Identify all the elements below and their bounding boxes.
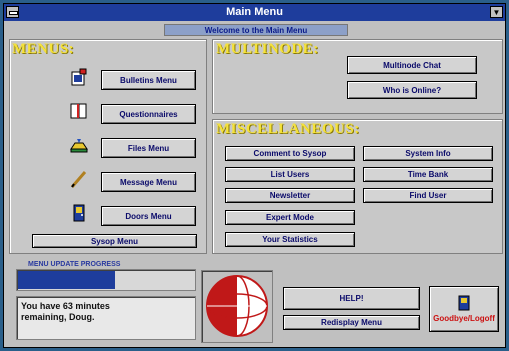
multinode-chat-button[interactable]: Multinode Chat bbox=[347, 56, 477, 74]
bulletins-menu-button[interactable]: Bulletins Menu bbox=[101, 70, 196, 90]
bulletins-icon bbox=[68, 66, 90, 88]
status-line-2: remaining, Doug. bbox=[21, 312, 95, 322]
system-menu-icon[interactable] bbox=[6, 6, 19, 18]
who-is-online-button[interactable]: Who is Online? bbox=[347, 81, 477, 99]
redisplay-menu-button[interactable]: Redisplay Menu bbox=[283, 315, 420, 330]
welcome-banner: Welcome to the Main Menu bbox=[164, 24, 348, 36]
multinode-heading: MULTINODE: bbox=[216, 41, 319, 57]
message-menu-button[interactable]: Message Menu bbox=[101, 172, 196, 192]
logo-frame bbox=[201, 270, 273, 343]
files-menu-button[interactable]: Files Menu bbox=[101, 138, 196, 158]
expert-mode-button[interactable]: Expert Mode bbox=[225, 210, 355, 225]
sysop-menu-button[interactable]: Sysop Menu bbox=[32, 234, 197, 248]
questionnaires-icon bbox=[68, 100, 90, 122]
message-icon bbox=[68, 168, 90, 190]
title-bar[interactable]: Main Menu ▼ bbox=[4, 4, 505, 21]
progress-fill bbox=[18, 271, 115, 289]
exit-door-icon bbox=[458, 295, 470, 311]
system-info-button[interactable]: System Info bbox=[363, 146, 493, 161]
miscellaneous-heading: MISCELLANEOUS: bbox=[216, 121, 360, 137]
menus-heading: MENUS: bbox=[12, 41, 75, 57]
comment-to-sysop-button[interactable]: Comment to Sysop bbox=[225, 146, 355, 161]
files-icon bbox=[68, 134, 90, 156]
minimize-icon[interactable]: ▼ bbox=[490, 6, 503, 18]
goodbye-logoff-button[interactable]: Goodbye/Logoff bbox=[429, 286, 499, 332]
window-title: Main Menu bbox=[226, 6, 283, 18]
bbs-logo-icon bbox=[206, 275, 268, 337]
status-line-1: You have 63 minutes bbox=[21, 301, 110, 311]
time-bank-button[interactable]: Time Bank bbox=[363, 167, 493, 182]
progress-label: MENU UPDATE PROGRESS bbox=[28, 261, 121, 268]
questionnaires-button[interactable]: Questionnaires bbox=[101, 104, 196, 124]
help-button[interactable]: HELP! bbox=[283, 287, 420, 310]
newsletter-button[interactable]: Newsletter bbox=[225, 188, 355, 203]
list-users-button[interactable]: List Users bbox=[225, 167, 355, 182]
find-user-button[interactable]: Find User bbox=[363, 188, 493, 203]
doors-icon bbox=[68, 202, 90, 224]
goodbye-label: Goodbye/Logoff bbox=[433, 314, 495, 323]
doors-menu-button[interactable]: Doors Menu bbox=[101, 206, 196, 226]
progress-bar bbox=[16, 269, 196, 291]
your-statistics-button[interactable]: Your Statistics bbox=[225, 232, 355, 247]
status-message-box: You have 63 minutes remaining, Doug. bbox=[16, 296, 196, 340]
main-menu-window: Main Menu ▼ Welcome to the Main Menu MEN… bbox=[3, 3, 506, 348]
